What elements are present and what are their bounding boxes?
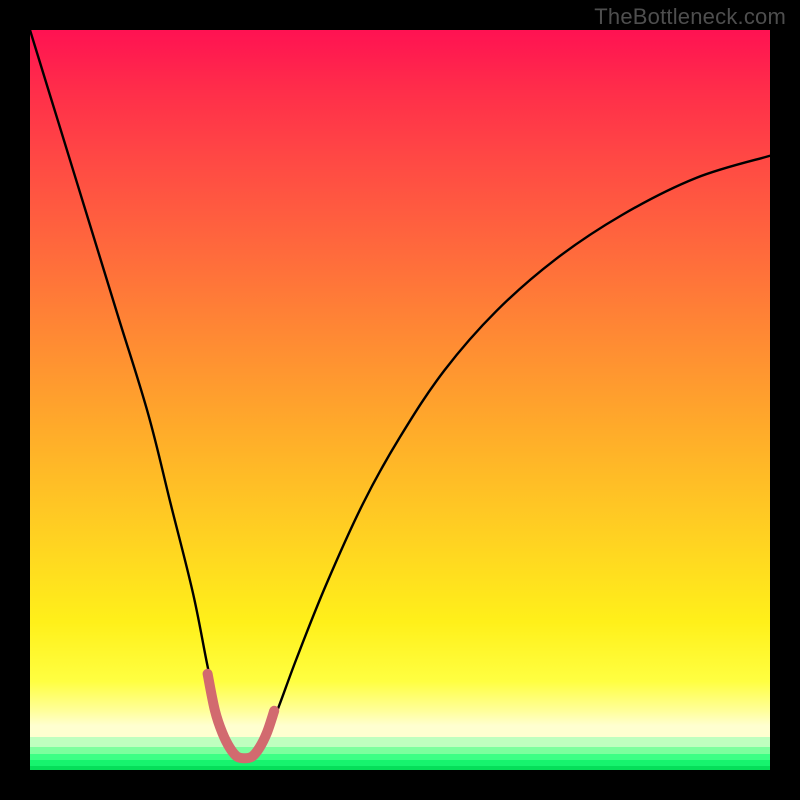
watermark-text: TheBottleneck.com xyxy=(594,4,786,30)
plot-area xyxy=(30,30,770,770)
chart-svg xyxy=(30,30,770,770)
chart-stage: TheBottleneck.com xyxy=(0,0,800,800)
min-marker xyxy=(208,674,275,758)
bottleneck-curve xyxy=(30,30,770,760)
